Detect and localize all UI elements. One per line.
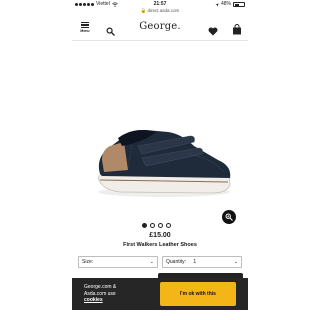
george-logo[interactable]: George.	[72, 21, 248, 32]
carousel-dot[interactable]	[166, 223, 171, 228]
carousel-dot[interactable]	[150, 223, 155, 228]
product-price: £15.00	[149, 232, 171, 239]
quantity-select[interactable]: Quantity: 1 ⌄	[162, 256, 242, 268]
wishlist-button[interactable]	[208, 23, 218, 41]
location-icon	[215, 2, 219, 7]
cookie-banner: George.com & Asda.com use cookies I'm ok…	[72, 278, 248, 310]
product-image[interactable]	[72, 50, 248, 210]
accept-cookies-button[interactable]: I'm ok with this	[160, 282, 236, 306]
chevron-down-icon: ⌄	[149, 259, 154, 265]
site-header: Menu George.	[72, 15, 248, 41]
battery-icon	[233, 2, 245, 7]
heart-icon	[208, 27, 218, 36]
zoom-icon	[225, 213, 233, 221]
address-bar[interactable]: 🔒 direct.asda.com	[72, 8, 248, 14]
quantity-value: 1	[193, 259, 197, 265]
cookies-link[interactable]: cookies	[84, 297, 103, 303]
quantity-label: Quantity:	[166, 259, 187, 265]
basket-icon	[233, 24, 241, 35]
cookie-message: George.com & Asda.com use cookies	[84, 284, 144, 304]
carousel-dot[interactable]	[158, 223, 163, 228]
size-select[interactable]: Size: ⌄	[78, 256, 158, 268]
chevron-down-icon: ⌄	[233, 259, 238, 265]
size-label: Size:	[82, 259, 94, 265]
url-text: direct.asda.com	[147, 8, 180, 13]
carousel-dot[interactable]	[142, 223, 147, 228]
zoom-button[interactable]	[222, 210, 236, 224]
product-title: First Walkers Leather Shoes	[123, 242, 197, 248]
lock-icon: 🔒	[140, 8, 147, 13]
phone-screen: Viettel 21:57 48% 🔒 direct.asda.com Menu…	[72, 0, 248, 320]
basket-button[interactable]	[232, 22, 242, 40]
image-carousel-dots	[142, 223, 171, 228]
